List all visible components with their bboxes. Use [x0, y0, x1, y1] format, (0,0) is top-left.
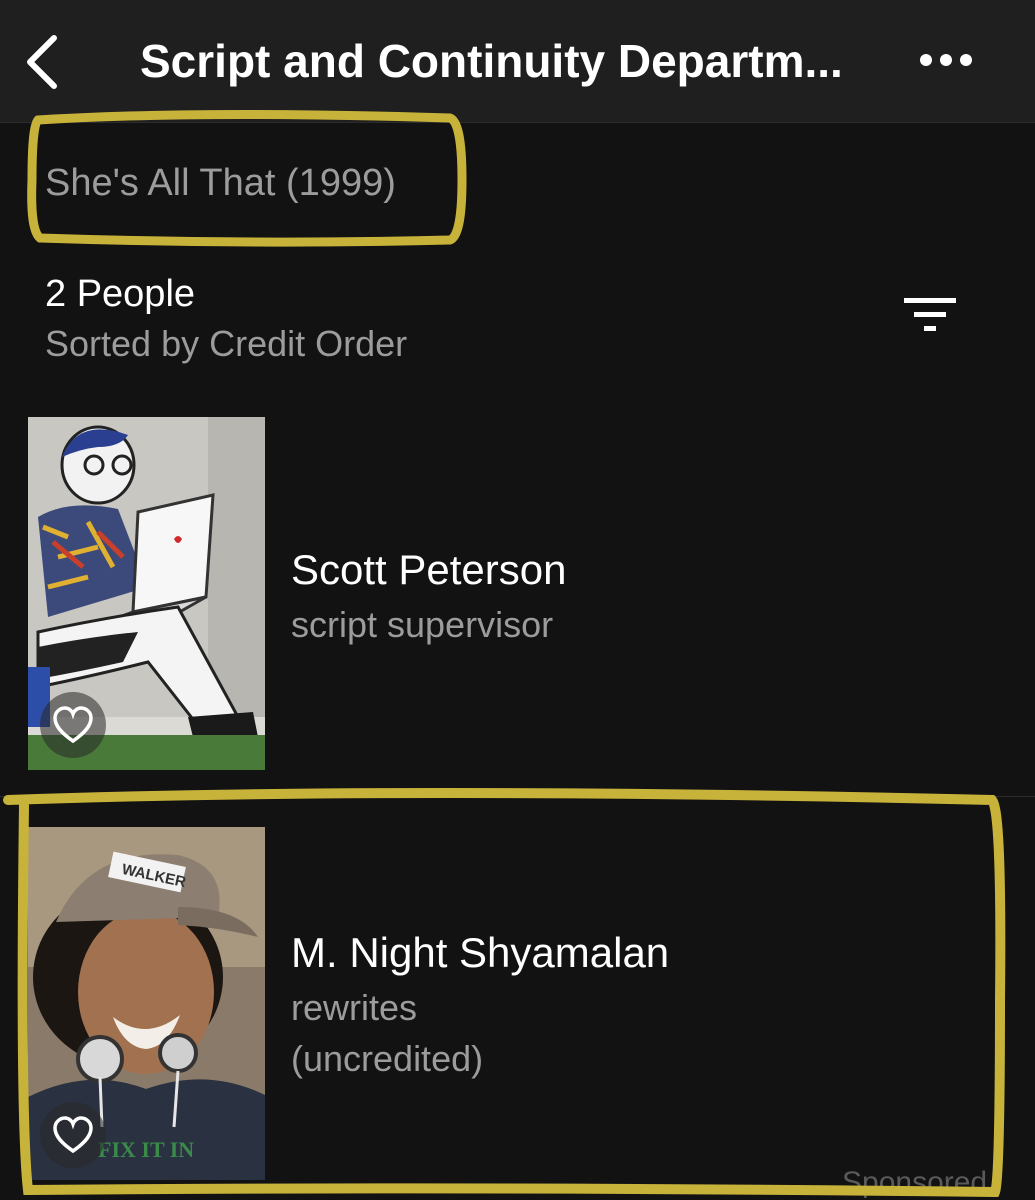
person-row[interactable]: Scott Peterson script supervisor: [0, 412, 1035, 797]
person-name: M. Night Shyamalan: [291, 929, 670, 976]
heart-outline-icon: [53, 1116, 93, 1154]
chevron-left-icon: [27, 35, 57, 89]
more-options-button[interactable]: [916, 40, 976, 80]
movie-title-link[interactable]: She's All That (1999): [45, 162, 396, 205]
favorite-button[interactable]: [40, 692, 106, 758]
person-role: script supervisor: [291, 604, 554, 645]
more-horizontal-icon: [920, 54, 972, 66]
heart-outline-icon: [53, 706, 93, 744]
favorite-button[interactable]: [40, 1102, 106, 1168]
shirt-text: FIX IT IN: [98, 1137, 194, 1162]
person-role: rewrites: [291, 987, 418, 1028]
people-count: 2 People: [45, 273, 196, 315]
person-photo[interactable]: WALKER FIX IT IN: [28, 827, 265, 1180]
person-row[interactable]: WALKER FIX IT IN M. Night Shyamalan rewr…: [0, 823, 1035, 1200]
page-title: Script and Continuity Departm...: [140, 35, 843, 87]
filter-sort-button[interactable]: [898, 292, 962, 342]
sponsored-label: Sponsored: [842, 1166, 988, 1199]
back-button[interactable]: [18, 30, 70, 94]
sort-description: Sorted by Credit Order: [45, 323, 408, 364]
navigation-bar: Script and Continuity Departm...: [0, 0, 1035, 123]
credit-note: (uncredited): [291, 1038, 484, 1079]
person-photo[interactable]: [28, 417, 265, 770]
person-name: Scott Peterson: [291, 546, 567, 593]
filter-icon: [904, 298, 956, 331]
